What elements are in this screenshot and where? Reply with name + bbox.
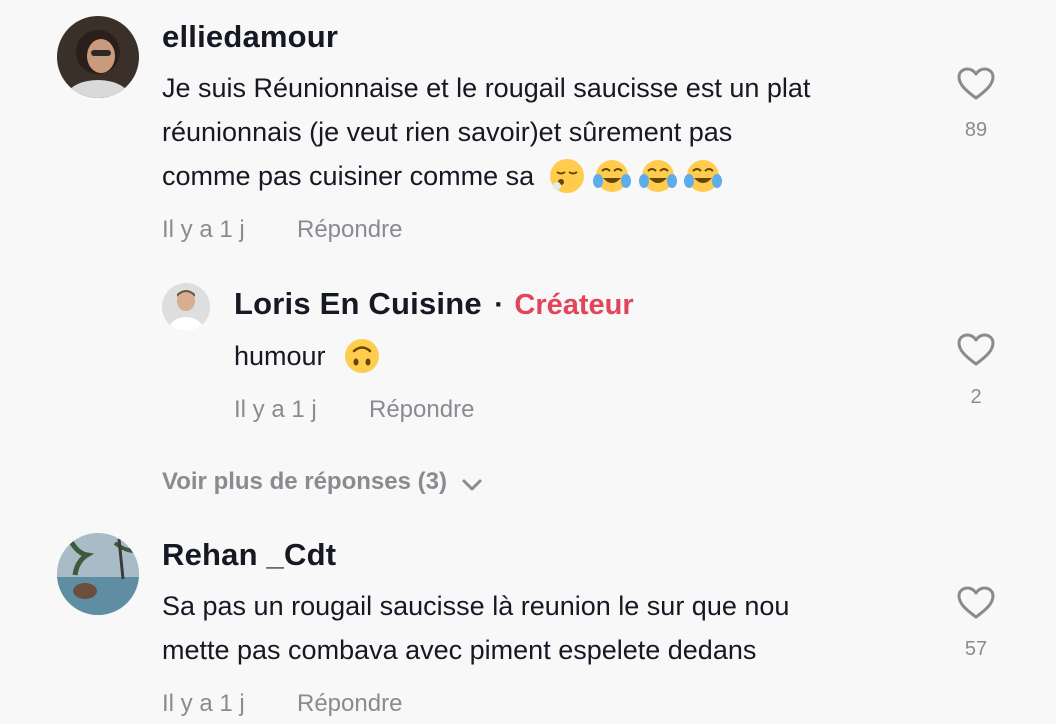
reply-button[interactable]: Répondre bbox=[369, 396, 474, 424]
reply-text: humour bbox=[234, 334, 381, 378]
view-more-replies-button[interactable]: Voir plus de réponses (3) bbox=[162, 468, 483, 496]
avatar-photo bbox=[162, 283, 210, 331]
reply-timestamp: Il y a 1 j bbox=[234, 396, 317, 423]
like-count: 2 bbox=[970, 386, 982, 408]
heart-icon[interactable] bbox=[957, 67, 995, 101]
avatar[interactable] bbox=[162, 283, 210, 331]
comment-timestamp: Il y a 1 j bbox=[162, 216, 245, 243]
reply-button[interactable]: Répondre bbox=[297, 690, 402, 718]
comment-text-segment: comme pas cuisiner comme sa bbox=[162, 161, 535, 191]
view-more-label: Voir plus de réponses (3) bbox=[162, 468, 447, 495]
tears-of-joy-emoji bbox=[593, 159, 632, 192]
face-exhaling-emoji bbox=[549, 158, 584, 193]
separator-dot: · bbox=[494, 289, 504, 321]
chevron-down-icon bbox=[462, 479, 482, 491]
reply-text-segment: humour bbox=[234, 341, 326, 371]
comment-text-line: Sa pas un rougail saucisse là reunion le… bbox=[162, 591, 790, 621]
tears-of-joy-emoji bbox=[638, 159, 677, 192]
avatar-photo bbox=[57, 16, 139, 98]
creator-badge: Créateur bbox=[514, 289, 634, 321]
comment-timestamp: Il y a 1 j bbox=[162, 690, 245, 717]
comment-username[interactable]: Rehan _Cdt bbox=[162, 537, 336, 573]
comment-text-line: Je suis Réunionnaise et le rougail sauci… bbox=[162, 73, 811, 103]
comment-text-line: comme pas cuisiner comme sa bbox=[162, 154, 942, 198]
comment-text: Je suis Réunionnaise et le rougail sauci… bbox=[162, 66, 942, 198]
upside-down-face-emoji bbox=[345, 338, 380, 373]
comment-text-line: réunionnais (je veut rien savoir)et sûre… bbox=[162, 117, 733, 147]
avatar[interactable] bbox=[57, 16, 139, 98]
reply-button[interactable]: Répondre bbox=[297, 216, 402, 244]
like-count: 57 bbox=[964, 638, 988, 660]
tears-of-joy-emoji bbox=[684, 159, 723, 192]
heart-icon[interactable] bbox=[957, 586, 995, 620]
comment-text-line: mette pas combava avec piment espelete d… bbox=[162, 635, 757, 665]
reply-header: Loris En Cuisine · Créateur bbox=[234, 286, 634, 322]
comment-username[interactable]: elliedamour bbox=[162, 19, 338, 55]
heart-icon[interactable] bbox=[957, 333, 995, 367]
like-count: 89 bbox=[964, 119, 988, 141]
avatar-photo bbox=[57, 533, 139, 615]
avatar[interactable] bbox=[57, 533, 139, 615]
reply-username[interactable]: Loris En Cuisine bbox=[234, 286, 482, 321]
comment-text: Sa pas un rougail saucisse là reunion le… bbox=[162, 584, 942, 672]
